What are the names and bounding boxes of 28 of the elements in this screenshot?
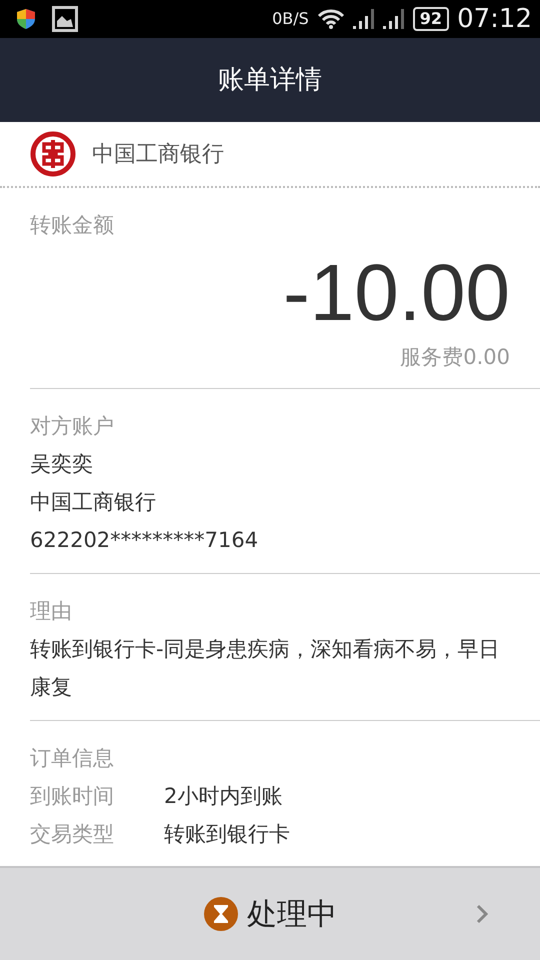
- payee-detail: 622202*********7164: [30, 528, 258, 552]
- signal-icon: [382, 8, 405, 30]
- image-icon: [52, 6, 78, 32]
- page-title: 账单详情: [218, 64, 322, 96]
- section-label: 转账金额: [30, 212, 115, 239]
- field-label: 交易类型: [30, 820, 115, 848]
- payee-detail: 中国工商银行: [30, 490, 156, 514]
- wifi-icon: [316, 8, 345, 30]
- shield-icon: [16, 8, 36, 30]
- amount: -10.00: [283, 248, 510, 338]
- field-value: 转账到银行卡: [164, 820, 290, 848]
- field-value: 2小时内到账: [164, 782, 282, 810]
- hourglass-icon: [203, 896, 239, 932]
- battery-level: 92: [412, 7, 450, 31]
- status-text: 处理中: [247, 896, 337, 934]
- service-fee: 服务费0.00: [400, 344, 510, 371]
- payee-detail: 吴奕奕: [30, 452, 93, 476]
- signal-icon: [352, 8, 375, 30]
- bank-logo-icon: [30, 131, 76, 177]
- section-label: 理由: [30, 598, 73, 624]
- field-label: 到账时间: [30, 782, 115, 810]
- clock: 07:12: [457, 2, 532, 36]
- reason-text: 转账到银行卡-同是身患疾病，深知看病不易，早日康复: [30, 636, 501, 700]
- chevron-icon: [476, 904, 488, 924]
- bank-name: 中国工商银行: [92, 140, 224, 168]
- section-label: 订单信息: [30, 744, 115, 772]
- section-label: 对方账户: [30, 412, 115, 440]
- network-speed: 0B/S: [272, 8, 309, 30]
